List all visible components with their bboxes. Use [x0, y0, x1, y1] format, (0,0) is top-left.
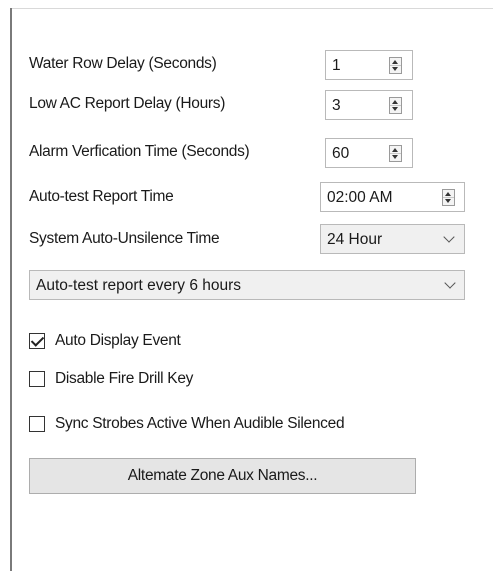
chevron-down-icon[interactable]: [443, 231, 455, 243]
autotest-report-time-value[interactable]: 02:00 AM: [327, 189, 393, 207]
autotest-report-time-spinner[interactable]: 02:00 AM: [320, 182, 465, 212]
low-ac-report-delay-label: Low AC Report Delay (Hours): [29, 95, 226, 112]
disable-fire-drill-key-checkbox[interactable]: [29, 371, 45, 387]
spin-arrows-icon[interactable]: [442, 189, 455, 206]
water-flow-delay-label: Water Row Delay (Seconds): [29, 55, 217, 72]
autotest-report-time-label: Auto-test Report Time: [29, 188, 174, 205]
chevron-down-icon[interactable]: [444, 277, 456, 289]
water-flow-delay-spinner[interactable]: 1: [325, 50, 413, 80]
sync-strobes-label[interactable]: Sync Strobes Active When Audible Silence…: [55, 415, 345, 433]
low-ac-report-delay-spinner[interactable]: 3: [325, 90, 413, 120]
disable-fire-drill-key-label[interactable]: Disable Fire Drill Key: [55, 370, 193, 388]
spin-arrows-icon[interactable]: [389, 57, 402, 74]
auto-display-event-checkbox[interactable]: [29, 333, 45, 349]
panel-top-border: [10, 8, 493, 9]
panel-left-border: [10, 8, 12, 571]
settings-panel: Water Row Delay (Seconds) 1 Low AC Repor…: [0, 0, 493, 571]
alarm-verification-time-spinner[interactable]: 60: [325, 138, 413, 168]
system-auto-unsilence-select[interactable]: 24 Hour: [320, 224, 465, 254]
alarm-verification-time-value[interactable]: 60: [332, 145, 349, 163]
alternate-zone-aux-names-button[interactable]: Altemate Zone Aux Names...: [29, 458, 416, 494]
water-flow-delay-value[interactable]: 1: [332, 57, 341, 75]
auto-display-event-label[interactable]: Auto Display Event: [55, 332, 181, 350]
autotest-frequency-value[interactable]: Auto-test report every 6 hours: [36, 277, 241, 295]
spin-arrows-icon[interactable]: [389, 145, 402, 162]
system-auto-unsilence-value[interactable]: 24 Hour: [327, 231, 382, 249]
checkmark-icon: [30, 333, 45, 347]
autotest-frequency-select[interactable]: Auto-test report every 6 hours: [29, 270, 465, 300]
system-auto-unsilence-label: System Auto-Unsilence Time: [29, 230, 220, 247]
sync-strobes-checkbox[interactable]: [29, 416, 45, 432]
low-ac-report-delay-value[interactable]: 3: [332, 97, 341, 115]
alarm-verification-time-label: Alarm Verfication Time (Seconds): [29, 143, 250, 160]
spin-arrows-icon[interactable]: [389, 97, 402, 114]
